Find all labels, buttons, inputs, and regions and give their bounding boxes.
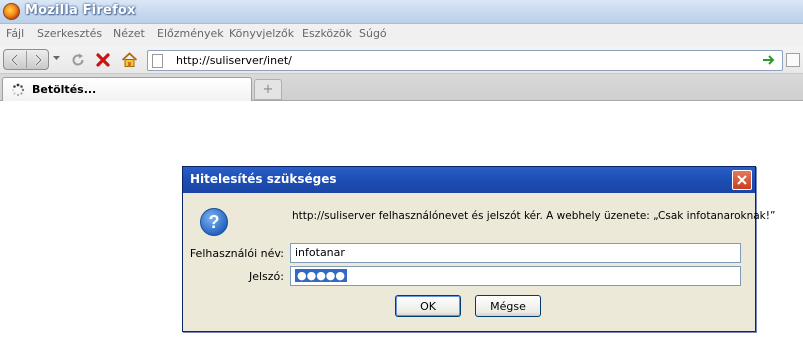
dialog-close-button[interactable] bbox=[732, 170, 752, 190]
username-field[interactable]: infotanar bbox=[290, 243, 741, 263]
reload-icon bbox=[72, 53, 84, 66]
username-label: Felhasználói név: bbox=[189, 247, 284, 260]
menu-bar: Fájl Szerkesztés Nézet Előzmények Könyvj… bbox=[0, 24, 803, 46]
firefox-logo-icon bbox=[3, 3, 20, 20]
toolbar-end-box bbox=[786, 53, 800, 67]
url-text[interactable]: http://suliserver/inet/ bbox=[176, 54, 292, 67]
reload-button[interactable] bbox=[68, 50, 88, 70]
menu-view[interactable]: Nézet bbox=[113, 27, 145, 40]
tab-bar: Betöltés... + bbox=[0, 74, 803, 101]
ok-label: OK bbox=[420, 299, 436, 313]
history-dropdown-icon[interactable] bbox=[53, 56, 60, 61]
menu-bookmarks[interactable]: Könyvjelzők bbox=[229, 27, 294, 40]
question-icon: ? bbox=[200, 208, 228, 236]
auth-dialog: Hitelesítés szükséges ? http://suliserve… bbox=[182, 166, 775, 332]
loading-spinner-icon bbox=[12, 83, 25, 97]
forward-button[interactable] bbox=[27, 50, 49, 69]
back-arrow-icon bbox=[10, 53, 18, 66]
back-forward-group bbox=[3, 49, 49, 70]
dialog-message: http://suliserver felhasználónevet és je… bbox=[292, 210, 776, 222]
ok-button[interactable]: OK bbox=[395, 295, 461, 317]
cancel-button[interactable]: Mégse bbox=[475, 295, 541, 317]
dialog-titlebar: Hitelesítés szükséges bbox=[183, 167, 755, 193]
menu-help[interactable]: Súgó bbox=[359, 27, 387, 40]
tab-label: Betöltés... bbox=[32, 83, 97, 96]
close-icon bbox=[737, 175, 747, 185]
new-tab-button[interactable]: + bbox=[254, 79, 282, 100]
cancel-label: Mégse bbox=[490, 299, 526, 313]
svg-text:?: ? bbox=[209, 212, 220, 232]
password-label: Jelszó: bbox=[248, 270, 284, 283]
home-icon bbox=[121, 52, 137, 67]
page-icon bbox=[152, 54, 163, 68]
menu-edit[interactable]: Szerkesztés bbox=[37, 27, 102, 40]
home-button[interactable] bbox=[119, 50, 139, 70]
password-value: ●●●●● bbox=[295, 269, 347, 282]
tab-loading[interactable]: Betöltés... bbox=[2, 77, 252, 101]
dialog-title: Hitelesítés szükséges bbox=[190, 172, 337, 186]
go-arrow-icon[interactable] bbox=[762, 54, 776, 66]
forward-arrow-icon bbox=[35, 53, 43, 66]
back-button[interactable] bbox=[4, 50, 26, 69]
stop-icon bbox=[96, 53, 110, 67]
url-bar[interactable]: http://suliserver/inet/ bbox=[147, 50, 783, 71]
window-titlebar: Mozilla Firefox bbox=[0, 0, 803, 24]
password-field[interactable]: ●●●●● bbox=[290, 266, 741, 286]
menu-tools[interactable]: Eszközök bbox=[302, 27, 352, 40]
username-value: infotanar bbox=[295, 246, 345, 259]
stop-button[interactable] bbox=[93, 50, 113, 70]
menu-file[interactable]: Fájl bbox=[6, 27, 24, 40]
plus-icon: + bbox=[262, 82, 274, 97]
window-title: Mozilla Firefox bbox=[25, 3, 136, 18]
navigation-toolbar: http://suliserver/inet/ bbox=[0, 46, 803, 74]
menu-history[interactable]: Előzmények bbox=[157, 27, 224, 40]
